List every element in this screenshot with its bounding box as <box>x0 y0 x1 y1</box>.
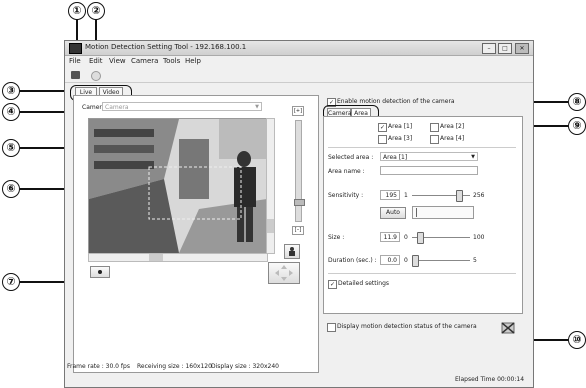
receiving-size: Receiving size : 160x120 <box>137 363 212 370</box>
video-scrollbar-vertical[interactable] <box>266 118 275 254</box>
area-3-label: Area [3] <box>388 135 413 142</box>
title-bar: Motion Detection Setting Tool - 192.168.… <box>65 41 533 56</box>
sensitivity-field[interactable]: 195 <box>380 190 400 200</box>
size-min: 0 <box>404 234 408 241</box>
camera-image <box>89 119 267 253</box>
settings-panel: ✓ Enable motion detection of the camera … <box>323 95 525 371</box>
enable-motion-label: Enable motion detection of the camera <box>337 98 455 105</box>
callout-7: ⑦ <box>2 273 20 291</box>
area-2-checkbox[interactable] <box>430 123 439 132</box>
selected-area-label: Selected area : <box>328 154 374 161</box>
area-settings-box: ✓ Area [1] Area [2] Area [3] Area [4] Se… <box>323 116 523 314</box>
menu-tools[interactable]: Tools <box>163 57 180 65</box>
chevron-down-icon: ▼ <box>471 154 475 160</box>
size-slider[interactable] <box>417 232 424 244</box>
close-button[interactable]: ✕ <box>515 43 529 54</box>
pan-tilt-button[interactable] <box>268 262 300 284</box>
callout-6: ⑥ <box>2 180 20 198</box>
callout-2: ② <box>87 2 105 20</box>
camera-select[interactable]: Camera ▼ <box>102 102 262 111</box>
record-button[interactable] <box>90 266 110 278</box>
display-status-checkbox[interactable] <box>327 323 336 332</box>
video-view[interactable] <box>88 118 268 254</box>
divider <box>328 273 516 274</box>
detailed-settings-checkbox[interactable]: ✓ <box>328 280 337 289</box>
area-name-field[interactable] <box>380 166 478 175</box>
pan-tilt-arrows-icon <box>275 265 293 281</box>
menu-help[interactable]: Help <box>185 57 201 65</box>
zoom-out-icon[interactable]: [–] <box>292 226 304 235</box>
maximize-button[interactable]: □ <box>498 43 512 54</box>
auto-level-marker <box>416 208 417 217</box>
settings-icon[interactable] <box>91 71 101 81</box>
frame-rate: Frame rate : 30.0 fps <box>67 363 130 370</box>
scroll-thumb-h[interactable] <box>149 254 163 261</box>
live-view-panel: Camera Camera ▼ [+] [–] <box>73 95 319 373</box>
duration-label: Duration (sec.) : <box>328 257 377 264</box>
callout-4: ④ <box>2 103 20 121</box>
menu-camera[interactable]: Camera <box>131 57 158 65</box>
duration-field[interactable]: 0.0 <box>380 255 400 265</box>
auto-button[interactable]: Auto <box>380 207 406 219</box>
sensitivity-max: 256 <box>473 192 485 199</box>
area-4-checkbox[interactable] <box>430 135 439 144</box>
callout-5: ⑤ <box>2 139 20 157</box>
duration-min: 0 <box>404 257 408 264</box>
callout-3: ③ <box>2 82 20 100</box>
menu-edit[interactable]: Edit <box>89 57 103 65</box>
sensitivity-label: Sensitivity : <box>328 192 364 199</box>
video-scrollbar-horizontal[interactable] <box>88 253 268 262</box>
connect-camera-icon[interactable] <box>71 71 80 79</box>
leader-3 <box>20 90 70 92</box>
area-name-label: Area name : <box>328 168 365 175</box>
person-icon-button[interactable] <box>284 244 300 259</box>
area-3-checkbox[interactable] <box>378 135 387 144</box>
sensitivity-min: 1 <box>404 192 408 199</box>
area-1-checkbox[interactable]: ✓ <box>378 123 387 132</box>
record-dot-icon <box>98 270 102 274</box>
zoom-thumb[interactable] <box>294 199 305 206</box>
window-title: Motion Detection Setting Tool - 192.168.… <box>85 43 247 51</box>
camera-select-value: Camera <box>105 104 129 111</box>
callout-1: ① <box>68 2 86 20</box>
size-field[interactable]: 11.9 <box>380 232 400 242</box>
status-bar: Frame rate : 30.0 fps Receiving size : 1… <box>65 361 533 387</box>
zoom-in-icon[interactable]: [+] <box>292 106 304 116</box>
menu-view[interactable]: View <box>109 57 126 65</box>
toolbar <box>65 68 533 83</box>
elapsed-time: Elapsed Time 00:00:14 <box>455 376 525 383</box>
chevron-down-icon: ▼ <box>255 104 259 110</box>
callout-10: ⑩ <box>568 331 586 349</box>
divider <box>328 147 516 148</box>
display-status-label: Display motion detection status of the c… <box>337 323 477 330</box>
size-max: 100 <box>473 234 485 241</box>
duration-track <box>412 260 470 261</box>
scroll-thumb[interactable] <box>267 219 274 233</box>
minimize-button[interactable]: – <box>482 43 496 54</box>
motion-status-icon <box>501 319 515 334</box>
app-icon <box>69 43 82 54</box>
sensitivity-slider[interactable] <box>456 190 463 202</box>
callout-9: ⑨ <box>568 117 586 135</box>
duration-max: 5 <box>473 257 477 264</box>
zoom-slider[interactable] <box>294 120 305 222</box>
callout-8: ⑧ <box>568 93 586 111</box>
app-window: Motion Detection Setting Tool - 192.168.… <box>64 40 534 388</box>
menu-file[interactable]: File <box>69 57 81 65</box>
selected-area-value: Area [1] <box>383 154 408 161</box>
menu-bar: File Edit View Camera Tools Help <box>65 56 533 67</box>
area-1-label: Area [1] <box>388 123 413 130</box>
auto-level-meter <box>412 206 474 219</box>
person-icon <box>289 247 295 256</box>
display-size: Display size : 320x240 <box>211 363 279 370</box>
area-2-label: Area [2] <box>440 123 465 130</box>
size-label: Size : <box>328 234 345 241</box>
selected-area-select[interactable]: Area [1] ▼ <box>380 152 478 161</box>
detailed-settings-label: Detailed settings <box>338 280 390 287</box>
duration-slider[interactable] <box>412 255 419 267</box>
area-4-label: Area [4] <box>440 135 465 142</box>
